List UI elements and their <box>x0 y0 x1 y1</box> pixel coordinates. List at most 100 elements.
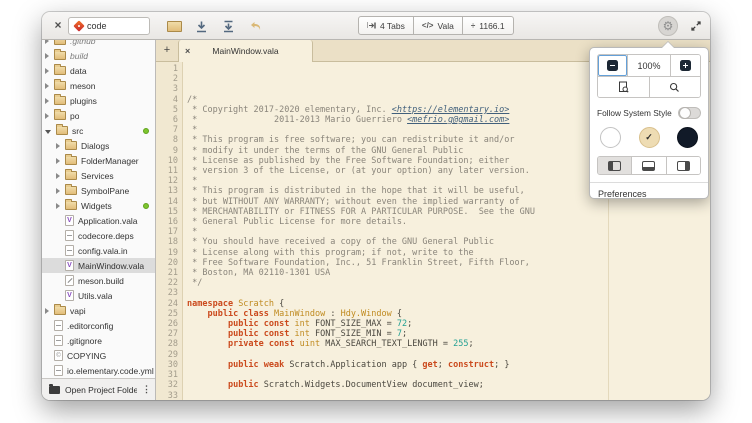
preferences-menu-item[interactable]: Preferences <box>597 183 701 205</box>
tree-item-foldermanager[interactable]: FolderManager <box>42 153 155 168</box>
expander-icon[interactable] <box>45 130 51 134</box>
vala-file-icon <box>65 215 74 226</box>
tab-close-button[interactable]: × <box>185 46 197 56</box>
tree-item-widgets[interactable]: Widgets <box>42 198 155 213</box>
layout-bottom-panel-button[interactable] <box>631 157 665 174</box>
expander-icon[interactable] <box>45 53 49 59</box>
sepia-style-button[interactable]: ✓ <box>639 127 660 148</box>
line-number: 25 <box>156 309 178 319</box>
code-line <box>187 288 710 298</box>
find-in-file-button[interactable] <box>598 77 649 97</box>
tree-item-mainwindow-vala[interactable]: MainWindow.vala <box>42 258 155 273</box>
folder-icon <box>65 186 77 195</box>
layout-left-icon <box>608 161 621 171</box>
layout-sidebar-button[interactable] <box>598 157 631 174</box>
tree-item-config-vala-in[interactable]: config.vala.in <box>42 243 155 258</box>
folder-icon <box>54 81 66 90</box>
line-number: 2 <box>156 74 178 84</box>
code-line <box>187 370 710 380</box>
expander-icon[interactable] <box>56 158 60 164</box>
folder-icon <box>65 201 77 210</box>
tree-item-github[interactable]: .github <box>42 40 155 48</box>
open-project-bar[interactable]: Open Project Folder… ⋮ <box>42 378 155 400</box>
zoom-in-button[interactable] <box>670 55 700 76</box>
folder-icon <box>65 141 77 150</box>
tree-item-services[interactable]: Services <box>42 168 155 183</box>
code-token: <https://elementary.io> <box>392 105 510 115</box>
fullscreen-icon <box>690 20 702 32</box>
tree-item-application-vala[interactable]: Application.vala <box>42 213 155 228</box>
language-button[interactable]: </> Vala <box>414 16 463 35</box>
code-token: public const <box>228 319 289 329</box>
check-icon: ✓ <box>645 132 653 143</box>
tree-item-meson-build[interactable]: meson.build <box>42 273 155 288</box>
fullscreen-button[interactable] <box>688 18 704 34</box>
tree-item-label: data <box>70 66 87 76</box>
tab-mainwindow-vala[interactable]: × MainWindow.vala <box>178 40 313 62</box>
language-button-label: Vala <box>437 21 453 31</box>
line-number: 8 <box>156 135 178 145</box>
expander-icon[interactable] <box>56 173 60 179</box>
code-token: Scratch.Widgets.DocumentView document_vi… <box>259 380 484 390</box>
follow-system-toggle[interactable] <box>678 107 701 119</box>
layout-right-panel-button[interactable] <box>666 157 700 174</box>
expander-icon[interactable] <box>45 98 49 104</box>
tree-item-build[interactable]: build <box>42 48 155 63</box>
expander-icon[interactable] <box>45 40 49 44</box>
zoom-level-display: 100% <box>627 55 669 76</box>
tree-item-src[interactable]: src <box>42 123 155 138</box>
open-file-button[interactable] <box>162 15 186 37</box>
project-chooser-button[interactable]: code <box>68 17 150 35</box>
expander-icon[interactable] <box>45 113 49 119</box>
line-number: 30 <box>156 360 178 370</box>
new-tab-button[interactable]: + <box>156 40 178 61</box>
save-as-button[interactable] <box>216 15 240 37</box>
undo-button[interactable] <box>243 15 267 37</box>
window-close-button[interactable]: × <box>50 18 66 34</box>
code-token: * but WITHOUT ANY WARRANTY; without even… <box>187 197 520 207</box>
code-token: 255 <box>453 339 468 349</box>
line-number: 11 <box>156 166 178 176</box>
tree-item-copying[interactable]: COPYING <box>42 348 155 363</box>
settings-menu-button[interactable]: ⚙ <box>658 16 678 36</box>
text-file-icon <box>54 365 63 376</box>
line-number: 29 <box>156 350 178 360</box>
tree-item-gitignore[interactable]: .gitignore <box>42 333 155 348</box>
line-number: 5 <box>156 105 178 115</box>
file-tree[interactable]: .githubbuild data mesonpluginsposrcDialogs… <box>42 40 155 378</box>
tree-item-meson[interactable]: meson <box>42 78 155 93</box>
tree-item-io-elementary-code-yml[interactable]: io.elementary.code.yml <box>42 363 155 378</box>
sidebar-menu-button[interactable]: ⋮ <box>142 385 151 394</box>
code-line <box>187 391 710 401</box>
tree-item-vapi[interactable]: vapi <box>42 303 155 318</box>
tree-item-label: meson.build <box>78 276 124 286</box>
expander-icon[interactable] <box>56 203 60 209</box>
tree-item-label: Utils.vala <box>78 291 112 301</box>
line-column-button[interactable]: ÷ 1166.1 <box>463 16 514 35</box>
expander-icon[interactable] <box>45 83 49 89</box>
tabs-overview-button[interactable]: 4 Tabs <box>358 16 414 35</box>
tree-item-symbolpane[interactable]: SymbolPane <box>42 183 155 198</box>
save-button[interactable] <box>189 15 213 37</box>
code-token: * <box>187 176 197 186</box>
code-lang-icon: </> <box>422 21 434 30</box>
code-line: public weak Scratch.Application app { ge… <box>187 360 710 370</box>
dark-style-button[interactable] <box>677 127 698 148</box>
tree-item-dialogs[interactable]: Dialogs <box>42 138 155 153</box>
lines-icon: ÷ <box>471 21 475 30</box>
code-app-window: × code 4 Tabs </> <box>42 12 710 400</box>
tree-item-codecore-deps[interactable]: codecore.deps <box>42 228 155 243</box>
tree-item-plugins[interactable]: plugins <box>42 93 155 108</box>
expander-icon[interactable] <box>45 68 49 74</box>
light-style-button[interactable] <box>600 127 621 148</box>
tree-item-data[interactable]: data <box>42 63 155 78</box>
code-token <box>187 391 192 401</box>
expander-icon[interactable] <box>56 188 60 194</box>
expander-icon[interactable] <box>56 143 60 149</box>
tree-item-editorconfig[interactable]: .editorconfig <box>42 318 155 333</box>
tree-item-po[interactable]: po <box>42 108 155 123</box>
tree-item-utils-vala[interactable]: Utils.vala <box>42 288 155 303</box>
zoom-out-button[interactable] <box>598 55 627 76</box>
search-button[interactable] <box>649 77 701 97</box>
expander-icon[interactable] <box>45 308 49 314</box>
